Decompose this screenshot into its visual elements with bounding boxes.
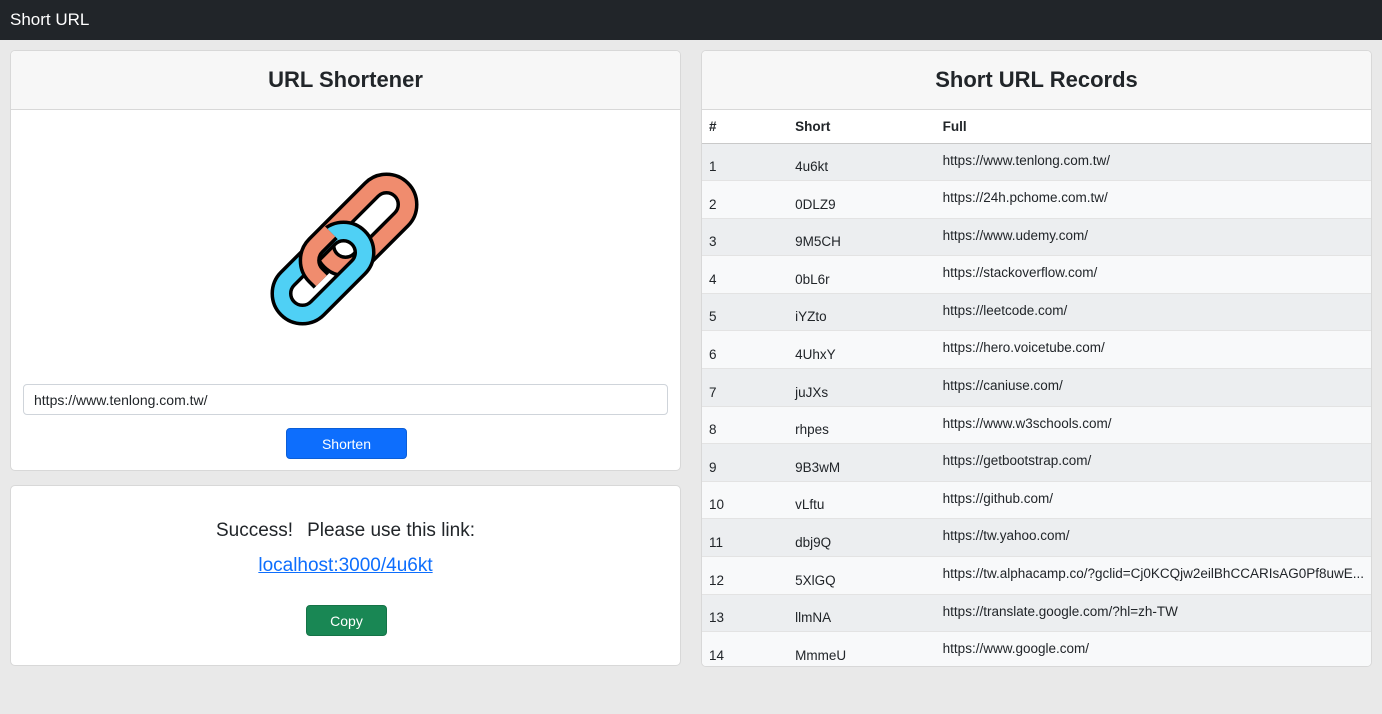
- cell-full: https://tw.alphacamp.co/?gclid=Cj0KCQjw2…: [935, 556, 1371, 595]
- navbar-brand[interactable]: Short URL: [10, 10, 89, 30]
- column-header-num: #: [702, 110, 789, 144]
- table-row: 14 MmmeU https://www.google.com/: [702, 631, 1371, 666]
- cell-num: 7: [702, 368, 789, 407]
- cell-num: 8: [702, 406, 789, 445]
- cell-num: 12: [702, 556, 789, 595]
- cell-num: 13: [702, 594, 789, 633]
- cell-short: iYZto: [788, 293, 936, 332]
- cell-num: 2: [702, 180, 789, 219]
- cell-short: rhpes: [788, 406, 936, 445]
- table-row: 13 llmNA https://translate.google.com/?hl=…: [702, 594, 1371, 633]
- table-row: 8 rhpes https://www.w3schools.com/: [702, 406, 1371, 445]
- chain-link-icon: [266, 159, 436, 329]
- table-row: 6 4UhxY https://hero.voicetube.com/: [702, 330, 1371, 370]
- cell-full: https://translate.google.com/?hl=zh-TW: [935, 594, 1371, 633]
- records-card: Short URL Records # Short Full 1 4u6kt htt…: [701, 50, 1372, 667]
- copy-button[interactable]: Copy: [306, 605, 387, 636]
- table-row: 4 0bL6r https://stackoverflow.com/: [702, 255, 1371, 294]
- table-row: 10 vLftu https://github.com/: [702, 481, 1371, 520]
- cell-num: 11: [702, 518, 789, 558]
- navbar: Short URL: [0, 0, 1382, 40]
- cell-full: https://github.com/: [935, 481, 1371, 520]
- cell-full: https://www.google.com/: [935, 631, 1371, 666]
- cell-full: https://www.w3schools.com/: [935, 406, 1371, 445]
- table-row: 1 4u6kt https://www.tenlong.com.tw/: [702, 143, 1371, 182]
- cell-short: dbj9Q: [788, 518, 936, 558]
- table-row: 7 juJXs https://caniuse.com/: [702, 368, 1371, 407]
- cell-full: https://24h.pchome.com.tw/: [935, 180, 1371, 219]
- cell-short: llmNA: [788, 594, 936, 633]
- success-text: Success!: [215, 520, 294, 541]
- cell-short: juJXs: [788, 368, 936, 407]
- table-row: 9 9B3wM https://getbootstrap.com/: [702, 443, 1371, 482]
- table-row: 12 5XlGQ https://tw.alphacamp.co/?gclid=Cj…: [702, 556, 1371, 595]
- cell-full: https://leetcode.com/: [935, 293, 1371, 332]
- cell-full: https://getbootstrap.com/: [935, 443, 1371, 482]
- cell-num: 10: [702, 481, 789, 520]
- cell-num: 3: [702, 218, 789, 257]
- cell-full: https://stackoverflow.com/: [935, 255, 1371, 294]
- cell-num: 9: [702, 443, 789, 482]
- cell-short: 0DLZ9: [788, 180, 936, 219]
- cell-short: 9B3wM: [788, 443, 936, 482]
- url-input[interactable]: [23, 384, 668, 415]
- result-message: Success! Please use this link:: [11, 520, 680, 542]
- cell-num: 6: [702, 330, 789, 370]
- cell-short: 4UhxY: [788, 330, 936, 370]
- shortener-title: URL Shortener: [268, 67, 423, 92]
- cell-full: https://www.tenlong.com.tw/: [935, 143, 1371, 182]
- cell-full: https://tw.yahoo.com/: [935, 518, 1371, 558]
- cell-num: 14: [702, 631, 789, 666]
- cell-full: https://hero.voicetube.com/: [935, 330, 1371, 370]
- shortener-card-header: URL Shortener: [11, 51, 680, 110]
- cell-num: 5: [702, 293, 789, 332]
- column-header-full: Full: [935, 110, 1371, 144]
- cell-short: MmmeU: [788, 631, 936, 666]
- cell-short: 4u6kt: [788, 143, 936, 182]
- table-row: 3 9M5CH https://www.udemy.com/: [702, 218, 1371, 257]
- column-header-short: Short: [788, 110, 936, 144]
- records-card-header: Short URL Records: [702, 51, 1371, 110]
- shorten-button[interactable]: Shorten: [286, 428, 407, 459]
- message-text: Please use this link:: [307, 520, 475, 541]
- cell-full: https://www.udemy.com/: [935, 218, 1371, 257]
- records-title: Short URL Records: [935, 67, 1138, 92]
- table-row: 11 dbj9Q https://tw.yahoo.com/: [702, 518, 1371, 558]
- cell-short: vLftu: [788, 481, 936, 520]
- cell-num: 4: [702, 255, 789, 294]
- cell-short: 5XlGQ: [788, 556, 936, 595]
- records-table: # Short Full 1 4u6kt https://www.tenlong.c…: [702, 110, 1371, 666]
- table-row: 2 0DLZ9 https://24h.pchome.com.tw/: [702, 180, 1371, 219]
- cell-short: 9M5CH: [788, 218, 936, 257]
- cell-short: 0bL6r: [788, 255, 936, 294]
- table-row: 5 iYZto https://leetcode.com/: [702, 293, 1371, 332]
- cell-num: 1: [702, 143, 789, 182]
- result-card: Success! Please use this link: localhost:…: [10, 485, 681, 666]
- cell-full: https://caniuse.com/: [935, 368, 1371, 407]
- short-link[interactable]: localhost:3000/4u6kt: [258, 555, 432, 576]
- shortener-card: URL Shortener Shorten: [10, 50, 681, 471]
- records-table-body: 1 4u6kt https://www.tenlong.com.tw/2 0DLZ9 h…: [702, 143, 1371, 666]
